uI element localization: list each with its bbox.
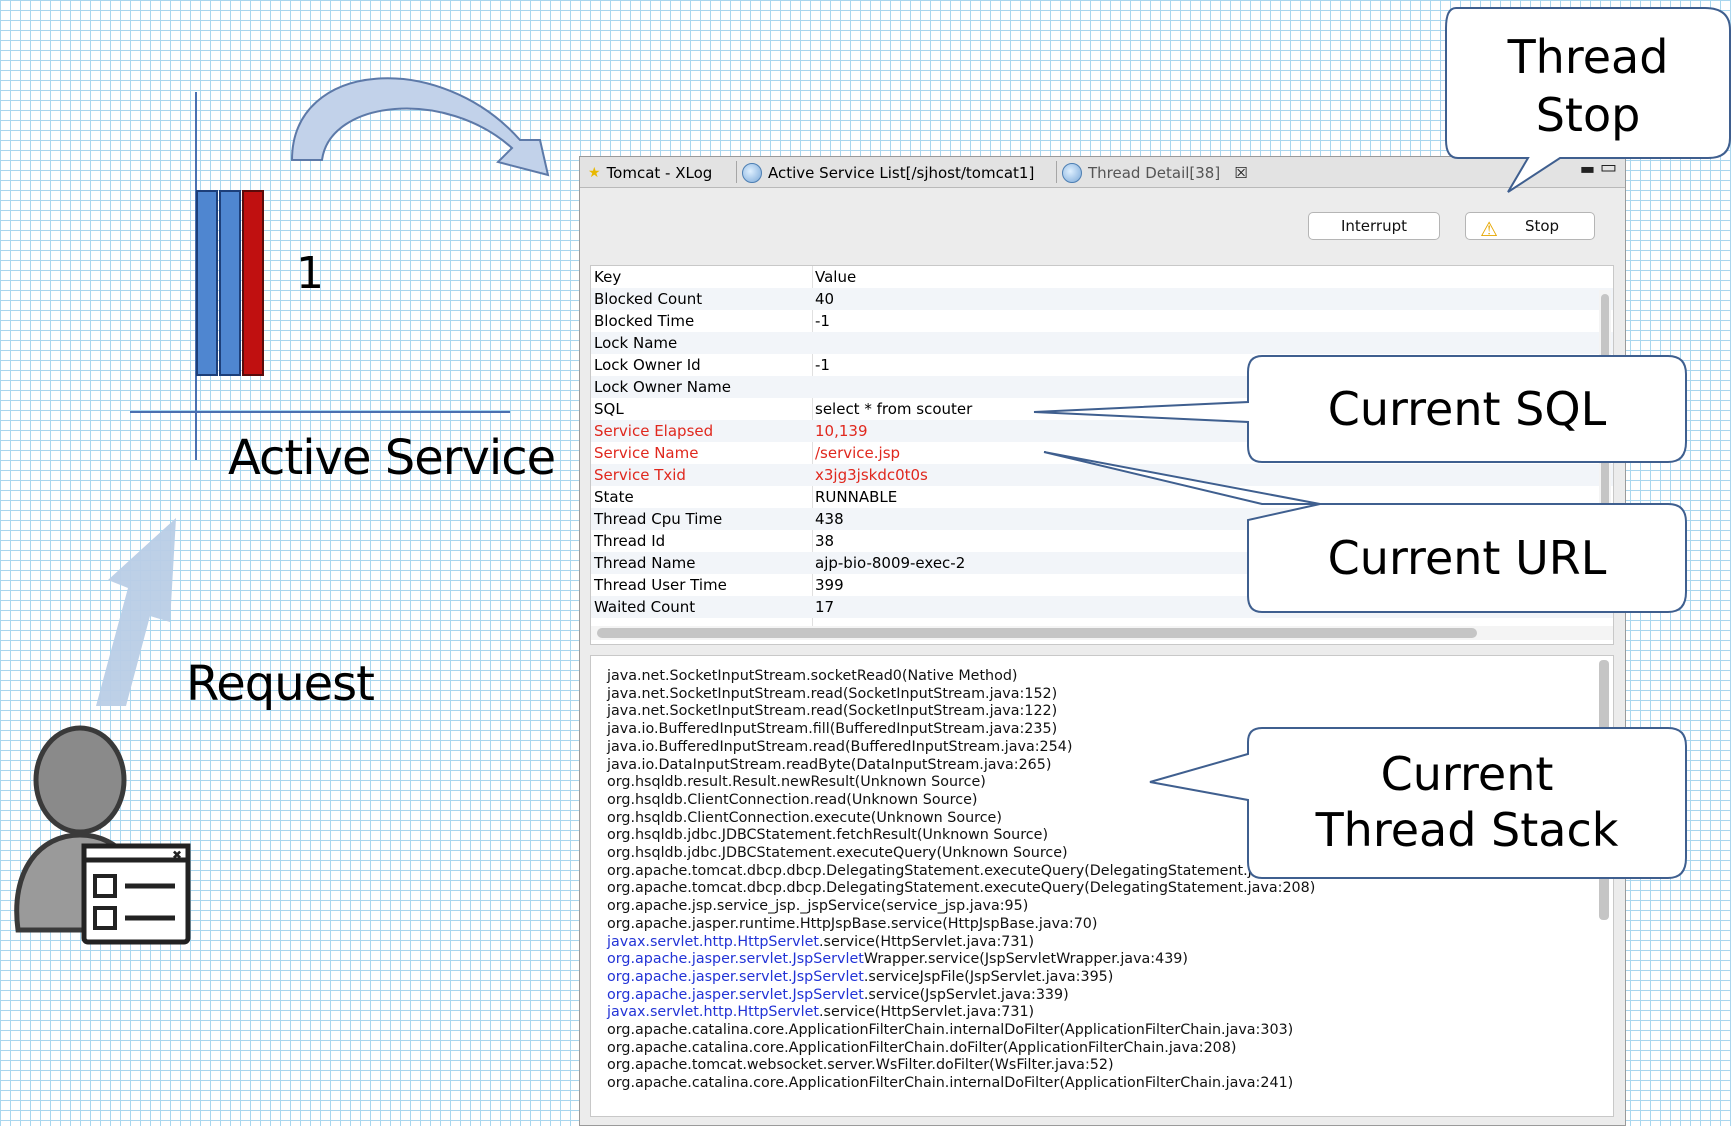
callout-current-thread-stack-text: Current Thread Stack [1315, 747, 1619, 857]
callout-thread-stop-text: Thread Stop [1507, 30, 1669, 142]
callout-current-sql-text: Current SQL [1327, 382, 1607, 436]
callout-current-url-text: Current URL [1327, 531, 1607, 585]
